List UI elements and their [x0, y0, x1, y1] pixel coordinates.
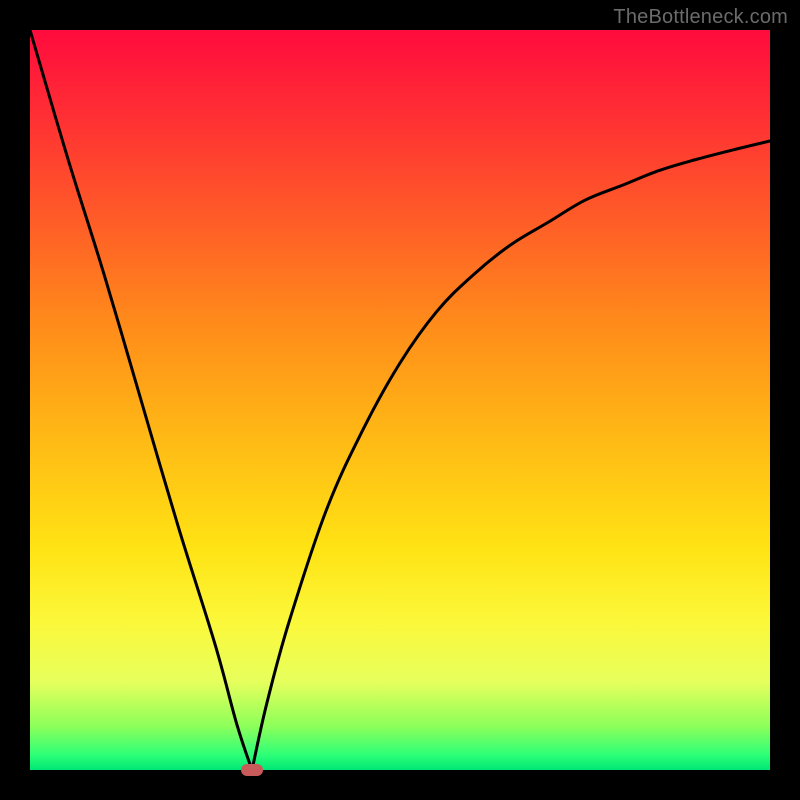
- plot-area: [30, 30, 770, 770]
- watermark-text: TheBottleneck.com: [613, 6, 788, 29]
- curve-right-branch: [252, 141, 770, 770]
- optimal-point-marker: [241, 764, 263, 776]
- curve-layer: [30, 30, 770, 770]
- chart-frame: TheBottleneck.com: [0, 0, 800, 800]
- curve-left-branch: [30, 30, 252, 770]
